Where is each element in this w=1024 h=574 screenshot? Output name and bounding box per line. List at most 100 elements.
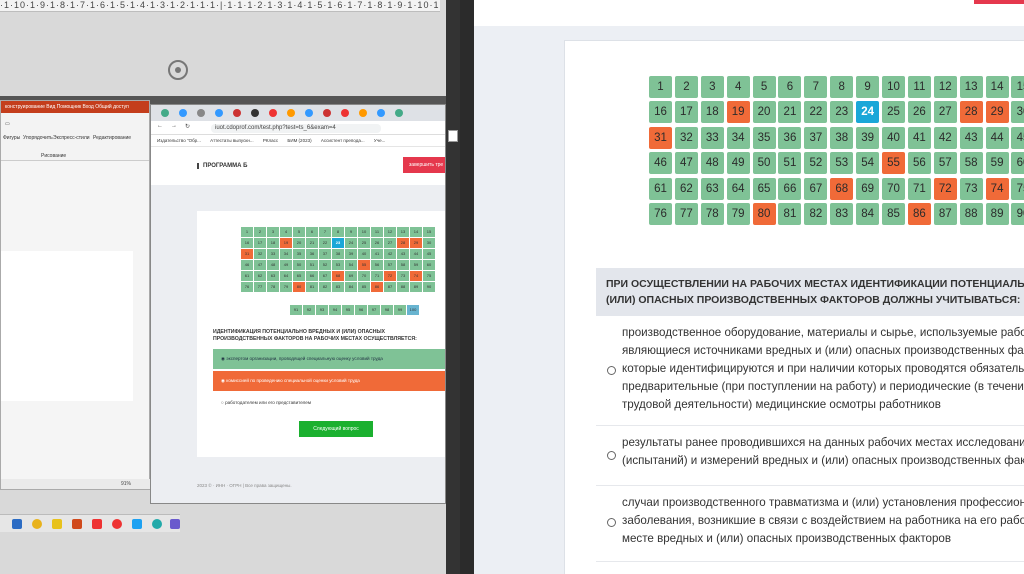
edge-icon[interactable]	[152, 519, 162, 529]
question-number-20[interactable]: 20	[293, 238, 305, 248]
tab-icon[interactable]	[233, 109, 241, 117]
question-number-29[interactable]: 29	[410, 238, 422, 248]
question-number-94[interactable]: 94	[329, 305, 341, 315]
radio-icon[interactable]	[607, 518, 616, 527]
question-number-40[interactable]: 40	[882, 126, 906, 149]
question-number-79[interactable]: 79	[726, 202, 750, 225]
question-number-70[interactable]: 70	[882, 177, 906, 200]
question-number-5[interactable]: 5	[752, 76, 776, 98]
tab-icon[interactable]	[341, 109, 349, 117]
next-question-button[interactable]: Следующий вопрос	[299, 421, 373, 437]
question-number-86[interactable]: 86	[907, 202, 931, 225]
bookmark[interactable]: Уче...	[374, 138, 385, 143]
bookmark[interactable]: Издательство "Обр...	[157, 138, 201, 143]
question-number-19[interactable]: 19	[726, 101, 750, 124]
question-number-51[interactable]: 51	[778, 152, 802, 175]
slide-canvas[interactable]	[1, 251, 133, 401]
question-number-1[interactable]: 1	[241, 227, 253, 237]
question-number-66[interactable]: 66	[778, 177, 802, 200]
question-number-55[interactable]: 55	[882, 152, 906, 175]
question-number-72[interactable]: 72	[933, 177, 957, 200]
bookmark[interactable]: Аттестаты выпускн...	[210, 138, 253, 143]
question-number-33[interactable]: 33	[700, 126, 724, 149]
question-number-46[interactable]: 46	[649, 152, 672, 175]
question-number-54[interactable]: 54	[856, 152, 880, 175]
question-number-65[interactable]: 65	[752, 177, 776, 200]
ppt-shapes-button[interactable]: Фигуры	[3, 135, 20, 141]
question-number-3[interactable]: 3	[700, 76, 724, 98]
question-number-59[interactable]: 59	[410, 260, 422, 270]
question-number-9[interactable]: 9	[856, 76, 880, 98]
question-number-83[interactable]: 83	[830, 202, 854, 225]
question-number-11[interactable]: 11	[907, 76, 931, 98]
question-number-49[interactable]: 49	[726, 152, 750, 175]
question-number-96[interactable]: 96	[355, 305, 367, 315]
answer-option[interactable]: случаи производственного травматизма и (…	[596, 488, 1024, 562]
question-number-90[interactable]: 90	[423, 282, 435, 292]
question-number-39[interactable]: 39	[345, 249, 357, 259]
question-number-44[interactable]: 44	[985, 126, 1009, 149]
question-number-21[interactable]: 21	[306, 238, 318, 248]
forward-icon[interactable]: →	[171, 123, 177, 129]
question-number-85[interactable]: 85	[358, 282, 370, 292]
question-number-67[interactable]: 67	[319, 271, 331, 281]
tab-icon[interactable]	[269, 109, 277, 117]
taskbar-app-icon[interactable]	[12, 519, 22, 529]
ppt-ribbon-tabs[interactable]: конструирование Вид Помощник Вход Общий …	[1, 101, 149, 113]
finish-test-button[interactable]: завершить тре	[403, 157, 445, 173]
question-number-48[interactable]: 48	[700, 152, 724, 175]
question-number-25[interactable]: 25	[882, 101, 906, 124]
question-number-11[interactable]: 11	[371, 227, 383, 237]
question-number-79[interactable]: 79	[280, 282, 292, 292]
question-number-30[interactable]: 30	[423, 238, 435, 248]
question-number-18[interactable]: 18	[267, 238, 279, 248]
question-number-9[interactable]: 9	[345, 227, 357, 237]
question-number-15[interactable]: 15	[423, 227, 435, 237]
ppt-arrange-button[interactable]: Упорядочить	[23, 135, 53, 141]
question-number-69[interactable]: 69	[856, 177, 880, 200]
question-number-15[interactable]: 15	[1011, 76, 1024, 98]
tab-icon[interactable]	[395, 109, 403, 117]
question-number-61[interactable]: 61	[241, 271, 253, 281]
question-number-26[interactable]: 26	[907, 101, 931, 124]
question-number-68[interactable]: 68	[830, 177, 854, 200]
question-number-98[interactable]: 98	[381, 305, 393, 315]
scrollbar-thumb[interactable]	[448, 130, 458, 142]
url-field[interactable]: iuot.cdoprof.com/test.php?test=ts_6&exam…	[211, 124, 381, 133]
question-number-54[interactable]: 54	[345, 260, 357, 270]
question-number-35[interactable]: 35	[293, 249, 305, 259]
bookmark[interactable]: Ассистент препода...	[321, 138, 365, 143]
tab-icon[interactable]	[215, 109, 223, 117]
question-number-89[interactable]: 89	[985, 202, 1009, 225]
question-number-57[interactable]: 57	[933, 152, 957, 175]
question-number-22[interactable]: 22	[319, 238, 331, 248]
question-number-62[interactable]: 62	[674, 177, 698, 200]
question-number-37[interactable]: 37	[319, 249, 331, 259]
question-number-25[interactable]: 25	[358, 238, 370, 248]
question-number-34[interactable]: 34	[726, 126, 750, 149]
question-number-76[interactable]: 76	[241, 282, 253, 292]
question-number-7[interactable]: 7	[319, 227, 331, 237]
question-number-47[interactable]: 47	[254, 260, 266, 270]
question-number-82[interactable]: 82	[319, 282, 331, 292]
app-icon[interactable]	[170, 519, 180, 529]
question-number-100[interactable]: 100	[407, 305, 419, 315]
question-number-63[interactable]: 63	[267, 271, 279, 281]
question-number-16[interactable]: 16	[649, 101, 672, 124]
tab-icon[interactable]	[377, 109, 385, 117]
question-number-17[interactable]: 17	[254, 238, 266, 248]
tab-icon[interactable]	[287, 109, 295, 117]
question-number-12[interactable]: 12	[933, 76, 957, 98]
question-number-43[interactable]: 43	[397, 249, 409, 259]
question-number-74[interactable]: 74	[410, 271, 422, 281]
yandex-browser-icon[interactable]	[112, 519, 122, 529]
question-number-2[interactable]: 2	[674, 76, 698, 98]
question-number-44[interactable]: 44	[410, 249, 422, 259]
question-number-58[interactable]: 58	[959, 152, 983, 175]
question-number-89[interactable]: 89	[410, 282, 422, 292]
question-number-56[interactable]: 56	[907, 152, 931, 175]
question-number-4[interactable]: 4	[726, 76, 750, 98]
question-number-74[interactable]: 74	[985, 177, 1009, 200]
question-number-16[interactable]: 16	[241, 238, 253, 248]
question-number-86[interactable]: 86	[371, 282, 383, 292]
